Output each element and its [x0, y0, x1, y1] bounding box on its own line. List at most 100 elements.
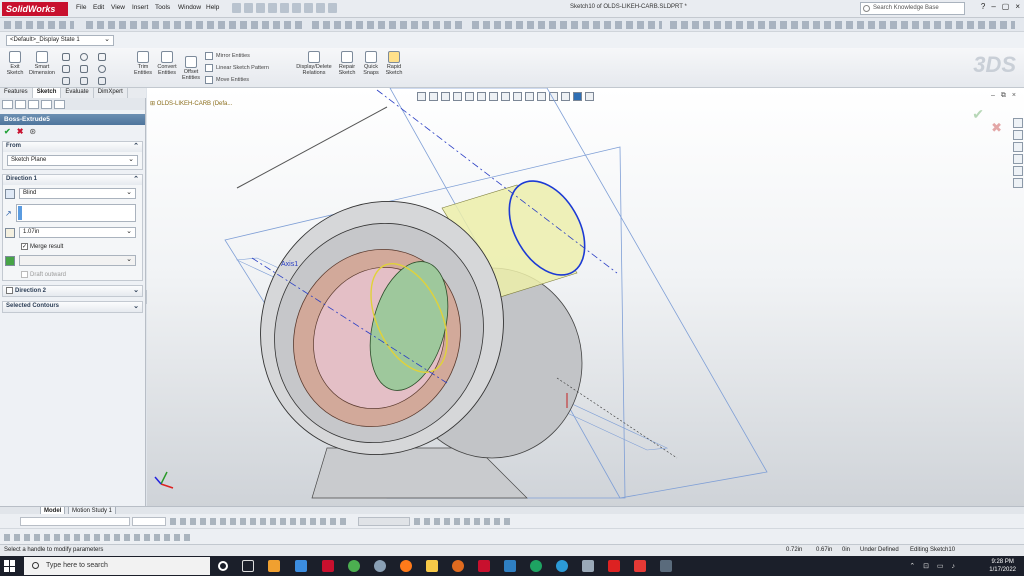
- from-header[interactable]: From ⌃: [3, 142, 142, 152]
- edge-icon[interactable]: [556, 560, 568, 572]
- spline-icon[interactable]: [98, 53, 106, 61]
- tab-dimxpert[interactable]: DimXpert: [94, 88, 128, 98]
- chrome-icon[interactable]: [530, 560, 542, 572]
- depth-input[interactable]: 1.07in: [19, 227, 136, 238]
- toolbar-icons-b[interactable]: [86, 21, 306, 29]
- redo-icon[interactable]: [292, 3, 301, 13]
- ok-check-icon[interactable]: ✔: [4, 127, 11, 136]
- point-icon[interactable]: [98, 77, 106, 85]
- menu-insert[interactable]: Insert: [132, 4, 148, 11]
- app-icon-green[interactable]: [348, 560, 360, 572]
- detailed-preview-icon[interactable]: ⊛: [29, 127, 36, 136]
- file-explorer-taskbar-icon[interactable]: [426, 560, 438, 572]
- font-dropdown[interactable]: [20, 517, 130, 526]
- undo-icon[interactable]: [280, 3, 289, 13]
- selected-contours-header[interactable]: Selected Contours ⌄: [3, 302, 142, 313]
- windows-start-icon[interactable]: [4, 560, 16, 572]
- toolbar-icons-a[interactable]: [4, 21, 74, 29]
- tab-features[interactable]: Features: [0, 88, 33, 98]
- menu-help[interactable]: Help: [206, 4, 219, 11]
- feature-manager-icon[interactable]: [2, 100, 13, 109]
- direction-selection-box[interactable]: [15, 204, 136, 222]
- arc-icon[interactable]: [80, 65, 88, 73]
- select-icon[interactable]: [304, 3, 313, 13]
- task-view-icon[interactable]: [242, 560, 254, 572]
- layer-dropdown[interactable]: [358, 517, 410, 526]
- media-app-icon[interactable]: [268, 560, 280, 572]
- cancel-x-icon[interactable]: ✖: [17, 127, 24, 136]
- direction2-checkbox[interactable]: [6, 287, 13, 295]
- taskbar-search-box[interactable]: Type here to search: [24, 557, 210, 575]
- app-icon-orange[interactable]: [452, 560, 464, 572]
- menu-tools[interactable]: Tools: [155, 4, 170, 11]
- draft-on-off-icon[interactable]: [5, 255, 15, 266]
- draft-angle-input[interactable]: [19, 255, 136, 267]
- draft-outward-row[interactable]: Draft outward: [3, 269, 142, 280]
- rebuild-icon[interactable]: [316, 3, 325, 13]
- slot-icon[interactable]: [62, 77, 70, 85]
- maximize-button[interactable]: ▢: [1002, 2, 1010, 11]
- line-format-buttons[interactable]: [414, 518, 514, 525]
- toolbar-icons-d[interactable]: [472, 21, 662, 29]
- end-condition-dropdown[interactable]: Blind: [19, 188, 136, 199]
- smart-dimension-button[interactable]: Smart Dimension: [28, 51, 56, 76]
- save-icon[interactable]: [256, 3, 265, 13]
- solidworks-doc-taskbar-icon[interactable]: [478, 560, 490, 572]
- app-icon-youtube[interactable]: [634, 560, 646, 572]
- display-state-dropdown[interactable]: <Default>_Display State 1: [6, 35, 114, 46]
- trim-entities-button[interactable]: Trim Entities: [132, 51, 154, 76]
- toolbar-icons-e[interactable]: [670, 21, 1015, 29]
- format-buttons[interactable]: [170, 518, 350, 525]
- merge-result-checkbox[interactable]: ✓: [21, 243, 28, 250]
- taskbar-clock[interactable]: 9:28 PM 1/17/2022: [989, 558, 1016, 574]
- settings-taskbar-icon[interactable]: [582, 560, 594, 572]
- font-size-dropdown[interactable]: [132, 517, 166, 526]
- configuration-manager-icon[interactable]: [28, 100, 39, 109]
- app-icon-dark[interactable]: [660, 560, 672, 572]
- graphics-area[interactable]: ⊞ OLDS-LIKEH-CARB (Defa... – ⧉ × ✔ ✖ Axi…: [147, 88, 1024, 506]
- solidworks-logo[interactable]: SolidWorks: [2, 2, 68, 16]
- reverse-direction-icon[interactable]: [5, 188, 15, 199]
- direction1-header[interactable]: Direction 1 ⌃: [3, 175, 142, 185]
- convert-entities-button[interactable]: Convert Entities: [156, 51, 178, 76]
- display-delete-relations-button[interactable]: Display/Delete Relations: [294, 51, 334, 76]
- close-button[interactable]: ×: [1015, 2, 1020, 11]
- offset-entities-button[interactable]: Offset Entities: [180, 56, 202, 81]
- dimxpert-manager-icon[interactable]: [41, 100, 52, 109]
- line-icon[interactable]: [62, 53, 70, 61]
- toolbar-icons-c[interactable]: [312, 21, 462, 29]
- app-icon-red[interactable]: [608, 560, 620, 572]
- firefox-icon[interactable]: [400, 560, 412, 572]
- direction2-header[interactable]: Direction 2 ⌄: [3, 286, 142, 297]
- tab-evaluate[interactable]: Evaluate: [61, 88, 94, 98]
- system-tray-icons[interactable]: ⌃ ⊡ ▭ ♪: [909, 562, 958, 570]
- options-icon[interactable]: [328, 3, 337, 13]
- print-icon[interactable]: [268, 3, 277, 13]
- repair-sketch-button[interactable]: Repair Sketch: [336, 51, 358, 76]
- search-knowledge-base-input[interactable]: Search Knowledge Base: [860, 2, 965, 15]
- app-icon-grey[interactable]: [374, 560, 386, 572]
- quick-snaps-button[interactable]: Quick Snaps: [360, 51, 382, 76]
- from-dropdown[interactable]: Sketch Plane: [7, 155, 138, 166]
- menu-window[interactable]: Window: [178, 4, 201, 11]
- help-button[interactable]: ?: [981, 2, 985, 11]
- menu-view[interactable]: View: [111, 4, 125, 11]
- ellipse-icon[interactable]: [98, 65, 106, 73]
- rectangle-icon[interactable]: [62, 65, 70, 73]
- draft-outward-checkbox[interactable]: [21, 271, 28, 279]
- exit-sketch-button[interactable]: Exit Sketch: [4, 51, 26, 76]
- minimize-button[interactable]: –: [991, 2, 995, 11]
- property-manager-icon[interactable]: [15, 100, 26, 109]
- model-render[interactable]: Axis1: [147, 88, 1024, 506]
- move-entities-button[interactable]: Move Entities: [205, 76, 249, 84]
- mail-icon[interactable]: [295, 560, 307, 572]
- circle-icon[interactable]: [80, 53, 88, 61]
- open-icon[interactable]: [244, 3, 253, 13]
- rapid-sketch-button[interactable]: Rapid Sketch: [383, 51, 405, 76]
- new-document-icon[interactable]: [232, 3, 241, 13]
- menu-edit[interactable]: Edit: [93, 4, 104, 11]
- sketch-tool-buttons[interactable]: [4, 534, 192, 541]
- merge-result-row[interactable]: ✓ Merge result: [3, 241, 142, 252]
- polygon-icon[interactable]: [80, 77, 88, 85]
- linear-sketch-pattern-button[interactable]: Linear Sketch Pattern: [205, 64, 269, 72]
